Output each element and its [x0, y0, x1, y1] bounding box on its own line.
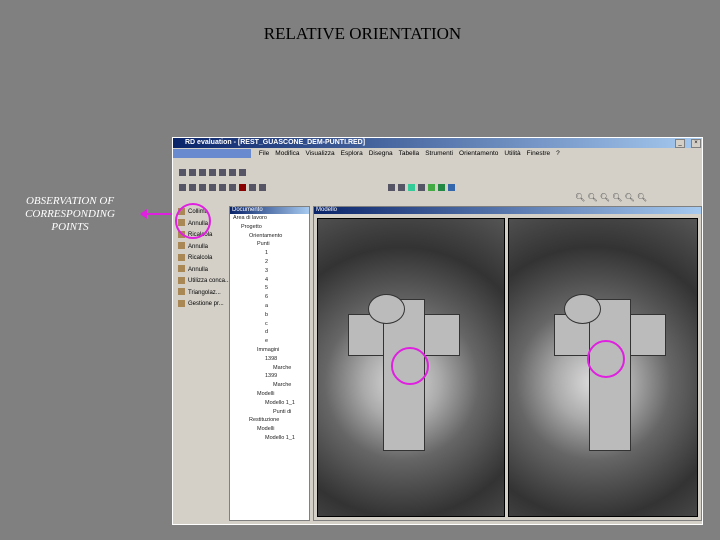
- model-header: Modello: [314, 207, 701, 214]
- menu-item[interactable]: Strumenti: [425, 150, 453, 157]
- tool-icon: [178, 265, 185, 273]
- tree-node[interactable]: a: [230, 302, 309, 311]
- tool-icon: [178, 288, 185, 296]
- toolbar-model: [388, 178, 458, 196]
- toolbar-view: [179, 178, 269, 196]
- tool-button[interactable]: Utilizza conca...: [175, 276, 231, 288]
- tree-node[interactable]: Punti di: [230, 408, 309, 417]
- tree-node[interactable]: Orientamento: [230, 232, 309, 241]
- menu-item[interactable]: Esplora: [341, 150, 363, 157]
- document-panel: Documento Area di lavoro Progetto Orientam…: [229, 206, 310, 521]
- menu-item[interactable]: Utilità: [504, 150, 520, 157]
- menu-item[interactable]: Modifica: [275, 150, 299, 157]
- tree-node[interactable]: Area di lavoro: [230, 214, 309, 223]
- tool-button[interactable]: Triangolaz...: [175, 288, 227, 300]
- tree-node[interactable]: b: [230, 311, 309, 320]
- title-bar: RD evaluation - [REST_GUASCONE_DEM-PUNTI…: [173, 138, 702, 148]
- tree-node[interactable]: 6: [230, 293, 309, 302]
- tree-node[interactable]: 2: [230, 258, 309, 267]
- tree-node[interactable]: Modello 1_1: [230, 434, 309, 443]
- model-panel: Modello: [313, 206, 702, 521]
- tree-node[interactable]: Punti: [230, 240, 309, 249]
- document-header: Documento: [230, 207, 309, 214]
- app-window: RD evaluation - [REST_GUASCONE_DEM-PUNTI…: [172, 137, 703, 525]
- window-title: RD evaluation - [REST_GUASCONE_DEM-PUNTI…: [185, 139, 366, 146]
- highlight-circle: [391, 347, 429, 385]
- tree-node[interactable]: Progetto: [230, 223, 309, 232]
- tool-button[interactable]: Annulla: [175, 242, 227, 254]
- tool-label: Utilizza conca...: [188, 278, 231, 284]
- tool-panel: Collima Annulla Ricalcola Annulla Ricalcola A…: [175, 207, 231, 522]
- tree-node[interactable]: d: [230, 328, 309, 337]
- tool-label: Gestione pr...: [188, 301, 224, 307]
- menu-item[interactable]: Disegna: [369, 150, 393, 157]
- menu-bar: File Modifica Visualizza Esplora Disegna Tabe…: [173, 149, 702, 159]
- menu-item[interactable]: File: [259, 150, 269, 157]
- tree-node[interactable]: Modelli: [230, 390, 309, 399]
- tree-node[interactable]: Immagini: [230, 346, 309, 355]
- tree-node[interactable]: 4: [230, 276, 309, 285]
- tree-node[interactable]: c: [230, 320, 309, 329]
- tree-node[interactable]: 1398: [230, 355, 309, 364]
- tool-label: Annulla: [188, 243, 209, 250]
- slide-title: RELATIVE ORIENTATION: [263, 24, 462, 43]
- tree-node[interactable]: 3: [230, 267, 309, 276]
- minimize-button[interactable]: _: [675, 139, 685, 148]
- tool-button[interactable]: Gestione pr...: [175, 299, 227, 311]
- tree-node[interactable]: Marche: [230, 381, 309, 390]
- tree-node[interactable]: 1399: [230, 372, 309, 381]
- tree-node[interactable]: 1: [230, 249, 309, 258]
- highlight-circle: [587, 340, 625, 378]
- menu-item[interactable]: Orientamento: [459, 150, 498, 157]
- tool-button[interactable]: Annulla: [175, 265, 227, 277]
- tree-node[interactable]: e: [230, 337, 309, 346]
- menu-item[interactable]: Tabella: [399, 150, 420, 157]
- tool-icon: [178, 299, 185, 307]
- tool-button[interactable]: Ricalcola: [175, 253, 227, 265]
- tree-node[interactable]: 5: [230, 284, 309, 293]
- highlight-circle: [175, 203, 211, 239]
- tree-node[interactable]: Restituzione: [230, 416, 309, 425]
- tool-label: Triangolaz...: [188, 289, 221, 296]
- menu-item[interactable]: ?: [556, 150, 560, 157]
- slide-note: OBSERVATION OF CORRESPONDING POINTS: [25, 195, 115, 233]
- tree-node[interactable]: Modello 1_1: [230, 399, 309, 408]
- close-button[interactable]: ×: [691, 139, 701, 148]
- tool-icon: [178, 242, 185, 250]
- tool-label: Ricalcola: [188, 255, 213, 261]
- tool-icon: [178, 276, 185, 284]
- tree-node[interactable]: Modelli: [230, 425, 309, 434]
- tool-icon: [178, 253, 185, 261]
- menu-item[interactable]: Visualizza: [306, 150, 335, 157]
- tool-label: Annulla: [188, 266, 209, 273]
- tree-node[interactable]: Marche: [230, 364, 309, 373]
- zoom-toolbar: 🔍︎ 🔍︎ 🔍︎ 🔍︎ 🔍︎ 🔍︎: [575, 193, 648, 202]
- menu-item[interactable]: Finestre: [527, 150, 550, 157]
